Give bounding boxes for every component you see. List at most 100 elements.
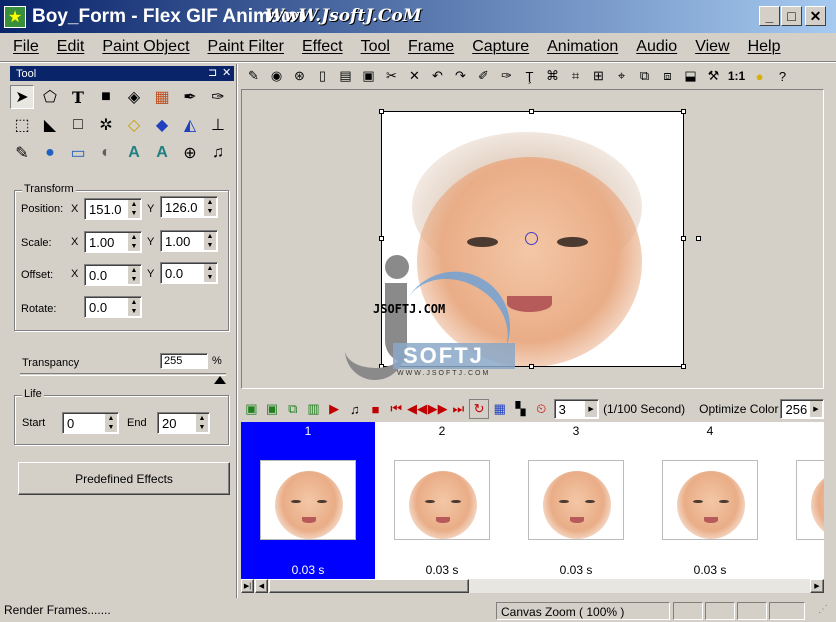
menu-paint-object[interactable]: Paint Object	[93, 38, 198, 56]
scale-y-input[interactable]: 1.00 ▲ ▼	[160, 230, 218, 252]
menu-tool[interactable]: Tool	[352, 38, 399, 56]
zoom-icon[interactable]: ⊕	[178, 141, 202, 165]
spinner-arrows-icon[interactable]: ▲ ▼	[128, 298, 140, 316]
pencil-icon[interactable]: ✎	[242, 66, 265, 86]
add-frame-icon[interactable]: ▣	[241, 399, 262, 419]
spinner-arrows-icon[interactable]: ▲ ▼	[204, 198, 216, 216]
pivot-point[interactable]	[525, 232, 538, 245]
group-icon[interactable]: ⌘	[541, 66, 564, 86]
send-back-icon[interactable]: ⬓	[679, 66, 702, 86]
minimize-button[interactable]: _	[759, 6, 780, 26]
rotate-input[interactable]: 0.0 ▲ ▼	[84, 296, 142, 318]
menu-file[interactable]: File	[4, 38, 48, 56]
text-effect-icon[interactable]: A	[122, 141, 146, 165]
help-icon[interactable]: ?	[771, 66, 794, 86]
new-file-icon[interactable]: ▯	[311, 66, 334, 86]
eraser-icon[interactable]: ◇	[122, 113, 146, 137]
frame-item-3[interactable]: 3 0.03 s	[509, 422, 643, 580]
frame-grid-icon[interactable]: ▚	[510, 399, 531, 419]
transparency-slider-thumb[interactable]	[214, 376, 226, 384]
delay-dropdown-icon[interactable]: ▶	[585, 401, 598, 417]
position-y-input[interactable]: 126.0 ▲ ▼	[160, 196, 218, 218]
resize-handle-r[interactable]	[681, 236, 686, 241]
menu-frame[interactable]: Frame	[399, 38, 463, 56]
pen-add-icon[interactable]: ✒	[178, 85, 202, 109]
rectangle-fill-icon[interactable]: ■	[94, 85, 118, 109]
menu-edit[interactable]: Edit	[48, 38, 94, 56]
offset-x-input[interactable]: 0.0 ▲ ▼	[84, 264, 142, 286]
text-outline-icon[interactable]: A	[150, 141, 174, 165]
resize-handle-br[interactable]	[681, 364, 686, 369]
frame-item-2[interactable]: 2 0.03 s	[375, 422, 509, 580]
wrench-icon[interactable]: ⚒	[702, 66, 725, 86]
zoom-actual-button[interactable]: 1:1	[725, 66, 748, 86]
pin-icon[interactable]: ⊐	[208, 66, 217, 79]
timer-icon[interactable]: ⏲	[531, 399, 552, 419]
start-input[interactable]: 0 ▲ ▼	[62, 412, 119, 434]
next-frame-icon[interactable]: ▶▶	[427, 399, 448, 419]
spinner-arrows-icon[interactable]: ▲ ▼	[196, 414, 208, 432]
play-icon[interactable]: ▶	[324, 399, 345, 419]
image-tool-icon[interactable]: ▦	[150, 85, 174, 109]
loop-icon[interactable]: ↻	[468, 399, 490, 419]
brush-color-icon[interactable]: ●	[38, 141, 62, 165]
redo-icon[interactable]: ↷	[449, 66, 472, 86]
pen-edit-icon[interactable]: ✑	[495, 66, 518, 86]
pen-icon[interactable]: ✐	[472, 66, 495, 86]
align-icon[interactable]: ⊞	[587, 66, 610, 86]
resize-handle-l[interactable]	[379, 236, 384, 241]
scroll-thumb[interactable]	[269, 579, 469, 593]
position-x-input[interactable]: 151.0 ▲ ▼	[84, 198, 142, 220]
offset-y-input[interactable]: 0.0 ▲ ▼	[160, 262, 218, 284]
scroll-first-icon[interactable]: ▶|	[241, 579, 254, 593]
frame-item-partial[interactable]	[777, 422, 824, 580]
duplicate-frame-icon[interactable]: ⧉	[282, 399, 303, 419]
optimize-color-input[interactable]: 256 ▶	[780, 399, 824, 419]
menu-help[interactable]: Help	[739, 38, 790, 56]
panel-close-icon[interactable]: ✕	[222, 66, 231, 79]
eye-icon[interactable]: ◉	[265, 66, 288, 86]
frame-item-4[interactable]: 4 0.03 s	[643, 422, 777, 580]
rectangle-outline-icon[interactable]: □	[66, 113, 90, 137]
spinner-arrows-icon[interactable]: ▲ ▼	[128, 233, 140, 251]
menu-paint-filter[interactable]: Paint Filter	[199, 38, 293, 56]
crop-select-icon[interactable]: ⬚	[10, 113, 34, 137]
menu-effect[interactable]: Effect	[293, 38, 352, 56]
app-icon[interactable]: ★	[4, 5, 26, 28]
end-input[interactable]: 20 ▲ ▼	[157, 412, 210, 434]
delete-frame-icon[interactable]: ▥	[303, 399, 324, 419]
music-note-icon[interactable]: ♫	[206, 141, 230, 165]
insert-frame-icon[interactable]: ▣	[262, 399, 283, 419]
select-arrow-icon[interactable]: ➤	[10, 85, 34, 109]
resize-grip-icon[interactable]: ⋰	[818, 604, 828, 615]
rotate-handle[interactable]	[696, 236, 701, 241]
predefined-effects-button[interactable]: Predefined Effects	[18, 462, 230, 495]
rectangle-blue-icon[interactable]: ▭	[66, 141, 90, 165]
optimize-dropdown-icon[interactable]: ▶	[810, 401, 822, 417]
ungroup-icon[interactable]: ⌗	[564, 66, 587, 86]
menu-view[interactable]: View	[686, 38, 738, 56]
audio-icon[interactable]: ♫	[345, 399, 366, 419]
palette-icon[interactable]: ▦	[489, 399, 510, 419]
smudge-icon[interactable]: ◐	[94, 141, 118, 165]
spinner-arrows-icon[interactable]: ▲ ▼	[128, 266, 140, 284]
resize-handle-tr[interactable]	[681, 109, 686, 114]
arrange-icon[interactable]: ⧉	[633, 66, 656, 86]
last-frame-icon[interactable]: ⏭	[448, 399, 469, 419]
web-icon[interactable]: ⊛	[288, 66, 311, 86]
pen-remove-icon[interactable]: ✑	[206, 85, 230, 109]
gradient-fill-icon[interactable]: ◭	[178, 113, 202, 137]
eyedropper-icon[interactable]: ✎	[10, 141, 34, 165]
maximize-button[interactable]: □	[781, 6, 802, 26]
resize-handle-b[interactable]	[529, 364, 534, 369]
menu-capture[interactable]: Capture	[463, 38, 538, 56]
open-folder-icon[interactable]: ▤	[334, 66, 357, 86]
transparency-slider-track[interactable]	[20, 373, 226, 376]
prev-frame-icon[interactable]: ◀◀	[407, 399, 428, 419]
node-select-icon[interactable]: ◣	[38, 113, 62, 137]
text-tool-icon[interactable]: T	[66, 85, 90, 109]
panel-splitter[interactable]	[236, 64, 238, 598]
text-t-icon[interactable]: Ţ	[518, 66, 541, 86]
resize-handle-t[interactable]	[529, 109, 534, 114]
close-button[interactable]: ✕	[805, 6, 826, 26]
